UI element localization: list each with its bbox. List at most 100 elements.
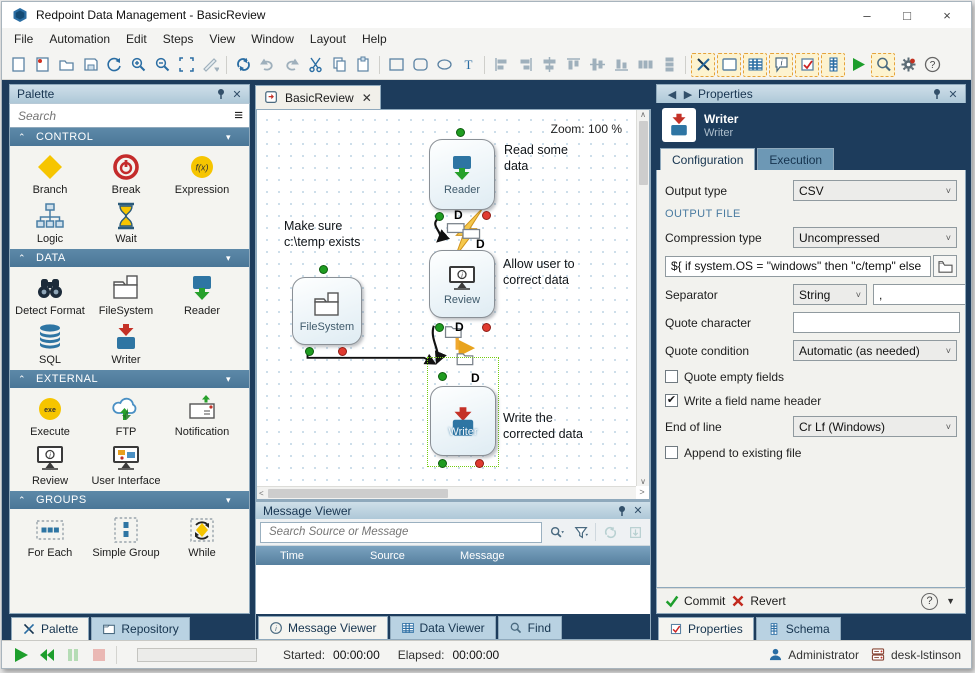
annotation-read[interactable]: Read some data [504, 142, 574, 174]
nav-back-icon[interactable]: ◀ [664, 87, 680, 101]
tab-data-viewer[interactable]: Data Viewer [390, 616, 496, 639]
stop-button[interactable] [90, 646, 108, 664]
distribute-horizontal-icon[interactable] [633, 53, 657, 77]
align-left-icon[interactable] [489, 53, 513, 77]
new-document-icon[interactable] [6, 53, 30, 77]
separator-type-select[interactable]: String˅ [793, 284, 867, 305]
toggle-canvas-icon[interactable] [717, 53, 741, 77]
open-icon[interactable] [54, 53, 78, 77]
copy-icon[interactable] [327, 53, 351, 77]
zoom-in-icon[interactable] [126, 53, 150, 77]
section-data[interactable]: ⌃DATA▾ [10, 249, 249, 267]
output-type-select[interactable]: CSV˅ [793, 180, 957, 201]
node-writer[interactable]: Writer [430, 386, 496, 456]
quote-empty-fields-row[interactable]: Quote empty fields [665, 368, 957, 385]
minimize-button[interactable]: – [847, 3, 887, 27]
palette-item-ftp[interactable]: FTP [88, 391, 164, 440]
search-tool-icon[interactable] [871, 53, 895, 77]
search-options-icon[interactable] [545, 522, 567, 542]
tab-basicreview[interactable]: BasicReview ✕ [255, 85, 381, 109]
end-of-line-select[interactable]: Cr Lf (Windows)˅ [793, 416, 957, 437]
tab-repository[interactable]: Repository [91, 617, 189, 640]
palette-item-reader[interactable]: Reader [164, 270, 240, 319]
shape-rounded-rectangle-icon[interactable] [408, 53, 432, 77]
palette-menu-icon[interactable]: ≡ [234, 111, 243, 121]
run-button[interactable] [12, 646, 30, 664]
redo-icon[interactable] [279, 53, 303, 77]
commit-button[interactable]: Commit [665, 594, 725, 608]
reload-icon[interactable] [102, 53, 126, 77]
palette-item-simple-group[interactable]: Simple Group [88, 512, 164, 561]
palette-item-sql[interactable]: SQL [12, 319, 88, 368]
port-filesystem-error[interactable] [338, 347, 347, 356]
tab-schema[interactable]: Schema [756, 617, 841, 640]
toggle-palette-icon[interactable] [691, 53, 715, 77]
palette-item-writer[interactable]: Writer [88, 319, 164, 368]
tab-properties[interactable]: Properties [658, 617, 754, 640]
shape-ellipse-icon[interactable] [432, 53, 456, 77]
scroll-up-icon[interactable]: ∧ [640, 110, 646, 119]
palette-search-input[interactable] [16, 108, 234, 124]
port-reader-out[interactable] [435, 212, 444, 221]
horizontal-scrollbar[interactable]: < [257, 486, 636, 499]
palette-close-icon[interactable]: ✕ [229, 87, 245, 101]
cut-icon[interactable] [303, 53, 327, 77]
separator-value-input[interactable] [873, 284, 966, 305]
align-top-icon[interactable] [561, 53, 585, 77]
pin-icon[interactable] [929, 87, 945, 101]
quote-empty-checkbox[interactable] [665, 370, 678, 383]
palette-item-branch[interactable]: Branch [12, 149, 88, 198]
menu-help[interactable]: Help [354, 29, 395, 49]
palette-item-detect-format[interactable]: Detect Format [12, 270, 88, 319]
column-time[interactable]: Time [274, 550, 364, 562]
toggle-properties-icon[interactable] [795, 53, 819, 77]
node-filesystem[interactable]: FileSystem [292, 277, 362, 345]
annotation-write[interactable]: Write the corrected data [503, 410, 593, 442]
scroll-thumb[interactable] [639, 121, 648, 185]
design-canvas[interactable]: Zoom: 100 % [257, 110, 636, 486]
menu-window[interactable]: Window [243, 29, 302, 49]
vertical-scrollbar[interactable]: ∧∨ [636, 110, 649, 486]
port-reader-in[interactable] [456, 128, 465, 137]
port-reader-error[interactable] [482, 211, 491, 220]
palette-item-break[interactable]: Break [88, 149, 164, 198]
palette-item-notification[interactable]: Notification [164, 391, 240, 440]
pin-icon[interactable] [614, 504, 630, 518]
append-row[interactable]: Append to existing file [665, 444, 957, 461]
pin-icon[interactable] [213, 87, 229, 101]
new-automation-icon[interactable] [30, 53, 54, 77]
section-groups[interactable]: ⌃GROUPS▾ [10, 491, 249, 509]
annotation-make-sure[interactable]: Make sure c:\temp exists [284, 218, 366, 250]
append-checkbox[interactable] [665, 446, 678, 459]
output-file-input[interactable] [665, 256, 931, 277]
tab-execution[interactable]: Execution [757, 148, 834, 170]
settings-gear-icon[interactable] [896, 53, 920, 77]
menu-view[interactable]: View [201, 29, 243, 49]
section-external[interactable]: ⌃EXTERNAL▾ [10, 370, 249, 388]
tab-find[interactable]: Find [498, 616, 562, 639]
export-icon[interactable] [624, 522, 646, 542]
toggle-message-viewer-icon[interactable]: i [769, 53, 793, 77]
help-icon[interactable]: ? [920, 53, 944, 77]
tab-close-icon[interactable]: ✕ [362, 91, 372, 105]
tab-configuration[interactable]: Configuration [660, 148, 755, 170]
port-filesystem-in[interactable] [319, 265, 328, 274]
scroll-thumb[interactable] [268, 489, 448, 498]
quote-character-input[interactable] [793, 312, 960, 333]
port-filesystem-out[interactable] [305, 347, 314, 356]
scroll-down-icon[interactable]: ∨ [640, 477, 646, 486]
align-right-icon[interactable] [513, 53, 537, 77]
menu-file[interactable]: File [6, 29, 41, 49]
paste-icon[interactable] [351, 53, 375, 77]
palette-item-expression[interactable]: f(x)Expression [164, 149, 240, 198]
menu-layout[interactable]: Layout [302, 29, 354, 49]
run-icon[interactable] [846, 53, 870, 77]
nav-forward-icon[interactable]: ▶ [680, 87, 696, 101]
palette-item-while[interactable]: While [164, 512, 240, 561]
palette-item-execute[interactable]: exeExecute [12, 391, 88, 440]
port-writer-out[interactable] [438, 459, 447, 468]
port-writer-error[interactable] [475, 459, 484, 468]
pause-button[interactable] [64, 646, 82, 664]
toggle-schema-icon[interactable] [821, 53, 845, 77]
shape-rectangle-icon[interactable] [384, 53, 408, 77]
